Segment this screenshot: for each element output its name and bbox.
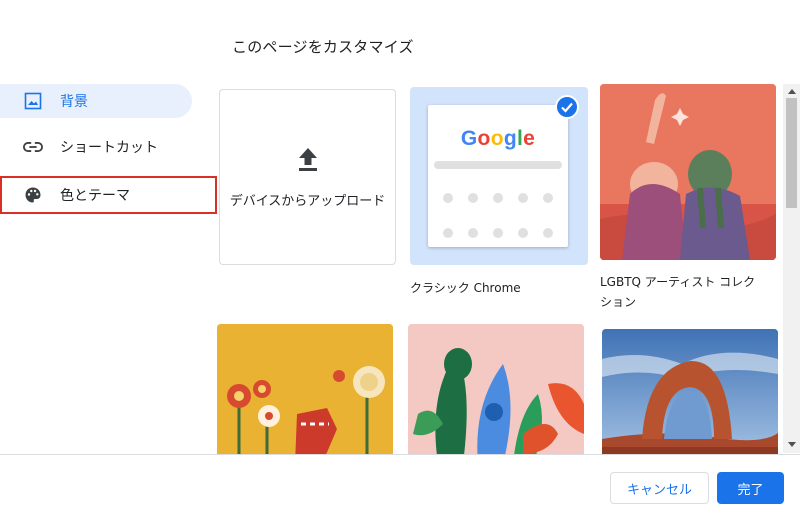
caption-line: LGBTQ アーティスト コレク — [600, 275, 756, 289]
delicate-arch-image — [602, 329, 778, 464]
sidebar-item-background[interactable]: 背景 — [0, 84, 192, 118]
flowers-artwork-image — [217, 324, 393, 464]
arch-photo-tile[interactable] — [602, 329, 778, 464]
image-icon — [23, 91, 43, 111]
google-logo: Google — [460, 127, 536, 150]
scroll-up-arrow-icon[interactable] — [786, 86, 797, 96]
sidebar-item-shortcuts[interactable]: ショートカット — [0, 130, 192, 164]
scrollbar-thumb[interactable] — [786, 98, 797, 208]
done-button[interactable]: 完了 — [717, 472, 784, 504]
sidebar-item-label: 色とテーマ — [60, 188, 130, 204]
classic-chrome-label: クラシック Chrome — [410, 281, 521, 295]
leaves-artwork-image — [408, 324, 584, 464]
classic-chrome-tile[interactable]: Google — [410, 87, 588, 265]
upload-label: デバイスからアップロード — [229, 193, 386, 209]
caption-line: ション — [600, 295, 637, 309]
sidebar-item-label: ショートカット — [60, 140, 158, 156]
google-card-preview: Google — [428, 105, 568, 247]
upload-icon — [297, 146, 319, 176]
search-bar-preview — [434, 161, 562, 169]
leaves-artwork-tile[interactable] — [408, 324, 584, 464]
sidebar-item-label: 背景 — [60, 94, 88, 110]
lgbtq-collection-label: LGBTQ アーティスト コレク ション — [600, 272, 780, 312]
check-icon — [555, 95, 579, 119]
scroll-down-arrow-icon[interactable] — [786, 439, 797, 449]
upload-from-device-tile[interactable]: デバイスからアップロード — [219, 89, 396, 265]
dialog-title: このページをカスタマイズ — [232, 38, 414, 56]
link-icon — [23, 137, 43, 157]
palette-icon — [23, 185, 43, 205]
lgbtq-artwork-image — [600, 84, 776, 260]
lgbtq-collection-tile[interactable] — [600, 84, 776, 260]
sidebar-item-color-theme[interactable]: 色とテーマ — [0, 176, 217, 214]
flowers-artwork-tile[interactable] — [217, 324, 393, 464]
cancel-button[interactable]: キャンセル — [610, 472, 709, 504]
